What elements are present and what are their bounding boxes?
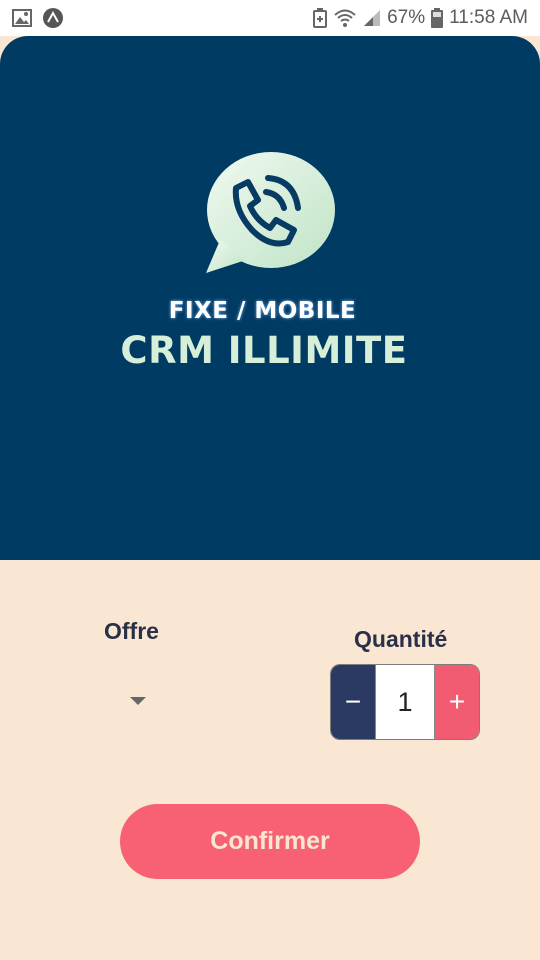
- brand-subtitle: FIXE / MOBILE: [168, 298, 357, 324]
- quantity-label: Quantité: [354, 626, 448, 652]
- hero-banner: FIXE / MOBILE CRM ILLIMITE: [0, 36, 540, 560]
- status-bar: 67% 11:58 AM: [0, 0, 540, 36]
- quantity-stepper: − 1 +: [330, 664, 480, 740]
- decrement-button[interactable]: −: [331, 665, 375, 739]
- offer-label: Offre: [104, 618, 159, 644]
- clock: 11:58 AM: [449, 7, 528, 28]
- increment-button[interactable]: +: [435, 665, 479, 739]
- signal-icon: [363, 9, 381, 27]
- offer-dropdown[interactable]: [60, 676, 216, 726]
- phone-chat-bubble-icon: [200, 148, 340, 278]
- battery-saver-icon: [313, 8, 328, 28]
- launcher-icon: [42, 7, 64, 29]
- brand-title: CRM ILLIMITE: [120, 329, 408, 372]
- caret-down-icon: [130, 697, 146, 705]
- confirm-button[interactable]: Confirmer: [120, 804, 420, 879]
- image-icon: [12, 9, 32, 27]
- battery-percent: 67%: [387, 7, 426, 28]
- wifi-icon: [333, 8, 357, 28]
- battery-icon: [431, 8, 444, 28]
- quantity-value[interactable]: 1: [375, 665, 435, 739]
